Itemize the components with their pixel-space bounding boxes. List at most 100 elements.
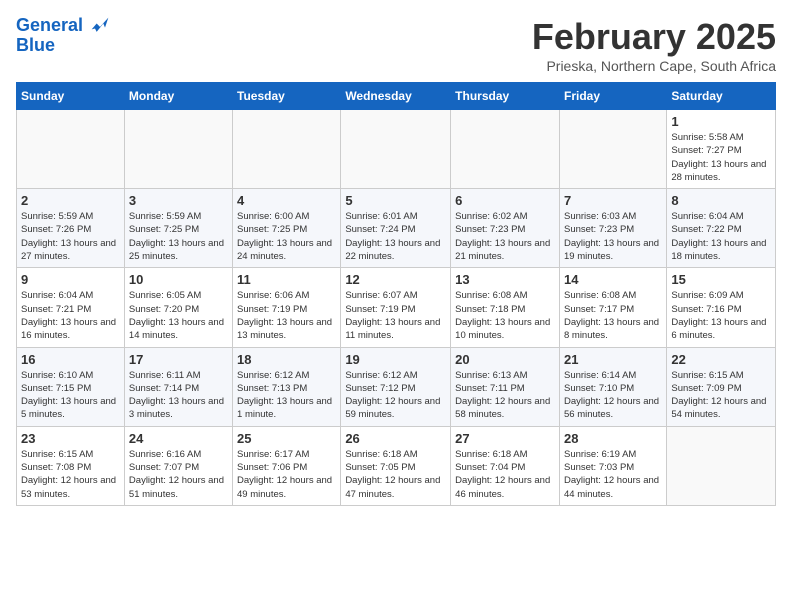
weekday-header-tuesday: Tuesday [233,83,341,110]
day-info: Sunrise: 6:12 AM Sunset: 7:13 PM Dayligh… [237,369,336,422]
day-number: 1 [671,114,771,129]
calendar-cell [451,110,560,189]
day-info: Sunrise: 6:02 AM Sunset: 7:23 PM Dayligh… [455,210,555,263]
calendar: SundayMondayTuesdayWednesdayThursdayFrid… [16,82,776,506]
day-info: Sunrise: 6:17 AM Sunset: 7:06 PM Dayligh… [237,448,336,501]
calendar-cell [124,110,232,189]
day-info: Sunrise: 6:15 AM Sunset: 7:08 PM Dayligh… [21,448,120,501]
calendar-cell: 22 Sunrise: 6:15 AM Sunset: 7:09 PM Dayli… [667,347,776,426]
day-number: 10 [129,272,228,287]
day-info: Sunrise: 6:15 AM Sunset: 7:09 PM Dayligh… [671,369,771,422]
calendar-cell: 11Sunrise: 6:06 AM Sunset: 7:19 PM Dayli… [233,268,341,347]
calendar-cell: 26 Sunrise: 6:18 AM Sunset: 7:05 PM Dayli… [341,426,451,505]
day-number: 24 [129,431,228,446]
weekday-header-friday: Friday [559,83,666,110]
calendar-cell: 9 Sunrise: 6:04 AM Sunset: 7:21 PM Daylig… [17,268,125,347]
logo-general: General [16,15,83,35]
calendar-cell: 13 Sunrise: 6:08 AM Sunset: 7:18 PM Dayli… [451,268,560,347]
day-number: 27 [455,431,555,446]
calendar-cell: 14 Sunrise: 6:08 AM Sunset: 7:17 PM Dayli… [559,268,666,347]
weekday-header-thursday: Thursday [451,83,560,110]
calendar-cell: 1 Sunrise: 5:58 AM Sunset: 7:27 PM Daylig… [667,110,776,189]
logo-bird-icon [90,16,110,36]
day-info: Sunrise: 6:04 AM Sunset: 7:22 PM Dayligh… [671,210,771,263]
day-number: 16 [21,352,120,367]
day-info: Sunrise: 6:16 AM Sunset: 7:07 PM Dayligh… [129,448,228,501]
day-number: 3 [129,193,228,208]
week-row-2: 2Sunrise: 5:59 AM Sunset: 7:26 PM Daylig… [17,189,776,268]
day-info: Sunrise: 6:09 AM Sunset: 7:16 PM Dayligh… [671,289,771,342]
day-number: 6 [455,193,555,208]
day-number: 20 [455,352,555,367]
day-number: 9 [21,272,120,287]
calendar-cell [667,426,776,505]
week-row-5: 23 Sunrise: 6:15 AM Sunset: 7:08 PM Dayli… [17,426,776,505]
calendar-cell: 15Sunrise: 6:09 AM Sunset: 7:16 PM Dayli… [667,268,776,347]
day-info: Sunrise: 6:10 AM Sunset: 7:15 PM Dayligh… [21,369,120,422]
day-number: 26 [345,431,446,446]
calendar-header-row: SundayMondayTuesdayWednesdayThursdayFrid… [17,83,776,110]
day-info: Sunrise: 5:59 AM Sunset: 7:25 PM Dayligh… [129,210,228,263]
day-info: Sunrise: 6:18 AM Sunset: 7:04 PM Dayligh… [455,448,555,501]
calendar-cell: 18 Sunrise: 6:12 AM Sunset: 7:13 PM Dayli… [233,347,341,426]
title-area: February 2025 Prieska, Northern Cape, So… [532,16,776,74]
day-info: Sunrise: 6:07 AM Sunset: 7:19 PM Dayligh… [345,289,446,342]
weekday-header-monday: Monday [124,83,232,110]
day-number: 21 [564,352,662,367]
day-info: Sunrise: 6:14 AM Sunset: 7:10 PM Dayligh… [564,369,662,422]
calendar-cell: 16 Sunrise: 6:10 AM Sunset: 7:15 PM Dayli… [17,347,125,426]
day-number: 5 [345,193,446,208]
calendar-cell: 4 Sunrise: 6:00 AM Sunset: 7:25 PM Daylig… [233,189,341,268]
day-info: Sunrise: 6:19 AM Sunset: 7:03 PM Dayligh… [564,448,662,501]
day-number: 7 [564,193,662,208]
week-row-4: 16 Sunrise: 6:10 AM Sunset: 7:15 PM Dayli… [17,347,776,426]
day-info: Sunrise: 6:01 AM Sunset: 7:24 PM Dayligh… [345,210,446,263]
day-info: Sunrise: 6:08 AM Sunset: 7:17 PM Dayligh… [564,289,662,342]
day-number: 17 [129,352,228,367]
day-info: Sunrise: 6:11 AM Sunset: 7:14 PM Dayligh… [129,369,228,422]
day-number: 2 [21,193,120,208]
calendar-cell: 5 Sunrise: 6:01 AM Sunset: 7:24 PM Daylig… [341,189,451,268]
weekday-header-saturday: Saturday [667,83,776,110]
day-number: 14 [564,272,662,287]
calendar-cell [233,110,341,189]
day-number: 13 [455,272,555,287]
logo: General Blue [16,16,110,56]
month-title: February 2025 [532,16,776,58]
day-number: 19 [345,352,446,367]
calendar-cell [341,110,451,189]
day-number: 28 [564,431,662,446]
day-number: 23 [21,431,120,446]
calendar-cell: 24 Sunrise: 6:16 AM Sunset: 7:07 PM Dayli… [124,426,232,505]
day-info: Sunrise: 6:13 AM Sunset: 7:11 PM Dayligh… [455,369,555,422]
calendar-cell: 17 Sunrise: 6:11 AM Sunset: 7:14 PM Dayli… [124,347,232,426]
day-info: Sunrise: 6:05 AM Sunset: 7:20 PM Dayligh… [129,289,228,342]
day-info: Sunrise: 5:58 AM Sunset: 7:27 PM Dayligh… [671,131,771,184]
day-info: Sunrise: 6:00 AM Sunset: 7:25 PM Dayligh… [237,210,336,263]
day-number: 11 [237,272,336,287]
calendar-cell: 12 Sunrise: 6:07 AM Sunset: 7:19 PM Dayli… [341,268,451,347]
calendar-cell [559,110,666,189]
logo-text: General [16,16,110,36]
weekday-header-wednesday: Wednesday [341,83,451,110]
calendar-cell: 19 Sunrise: 6:12 AM Sunset: 7:12 PM Dayli… [341,347,451,426]
day-number: 18 [237,352,336,367]
calendar-cell: 21 Sunrise: 6:14 AM Sunset: 7:10 PM Dayli… [559,347,666,426]
day-info: Sunrise: 6:04 AM Sunset: 7:21 PM Dayligh… [21,289,120,342]
calendar-cell: 23 Sunrise: 6:15 AM Sunset: 7:08 PM Dayli… [17,426,125,505]
calendar-cell: 27 Sunrise: 6:18 AM Sunset: 7:04 PM Dayli… [451,426,560,505]
day-info: Sunrise: 6:03 AM Sunset: 7:23 PM Dayligh… [564,210,662,263]
day-info: Sunrise: 6:12 AM Sunset: 7:12 PM Dayligh… [345,369,446,422]
calendar-cell: 3 Sunrise: 5:59 AM Sunset: 7:25 PM Daylig… [124,189,232,268]
day-info: Sunrise: 6:08 AM Sunset: 7:18 PM Dayligh… [455,289,555,342]
day-number: 12 [345,272,446,287]
calendar-cell: 7 Sunrise: 6:03 AM Sunset: 7:23 PM Daylig… [559,189,666,268]
week-row-1: 1 Sunrise: 5:58 AM Sunset: 7:27 PM Daylig… [17,110,776,189]
header: General Blue February 2025 Prieska, Nort… [16,16,776,74]
day-info: Sunrise: 6:18 AM Sunset: 7:05 PM Dayligh… [345,448,446,501]
calendar-cell: 6 Sunrise: 6:02 AM Sunset: 7:23 PM Daylig… [451,189,560,268]
day-number: 22 [671,352,771,367]
weekday-header-sunday: Sunday [17,83,125,110]
day-number: 8 [671,193,771,208]
day-number: 4 [237,193,336,208]
